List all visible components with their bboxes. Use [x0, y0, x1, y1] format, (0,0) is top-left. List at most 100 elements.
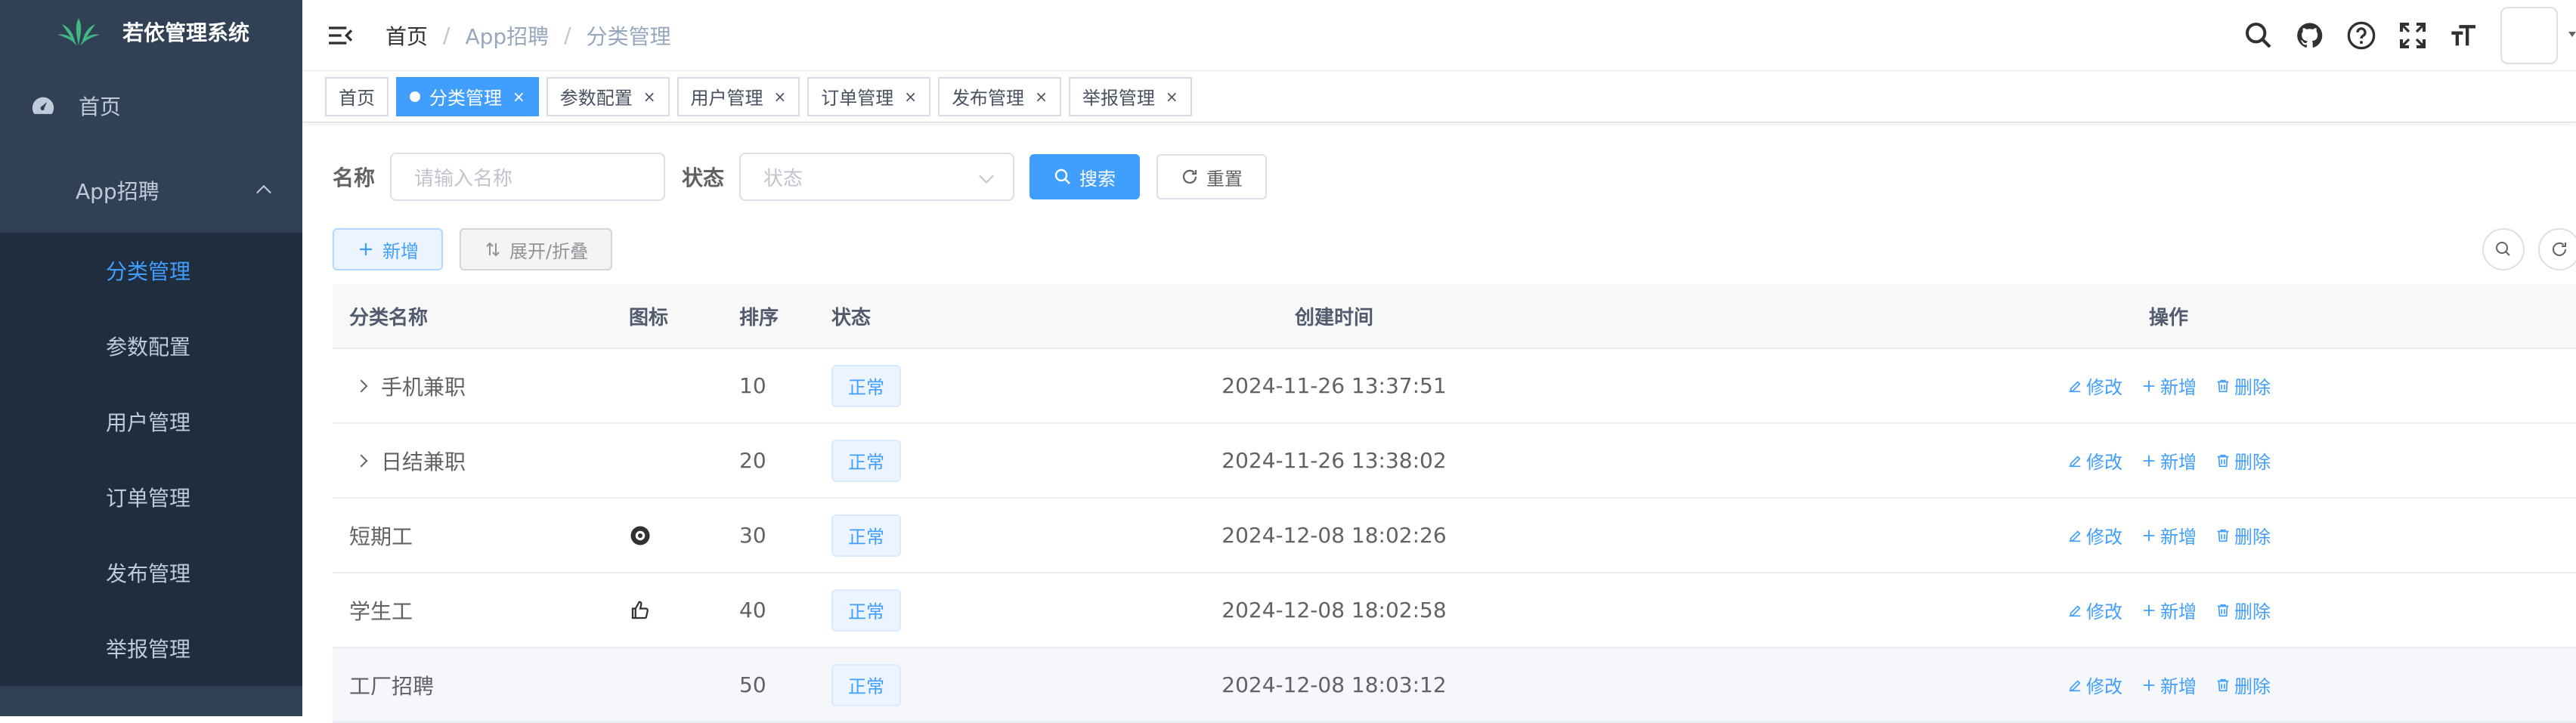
search-icon[interactable]: [2243, 20, 2274, 51]
status-badge: 正常: [831, 364, 901, 407]
add-child-button[interactable]: 新增: [2141, 522, 2197, 548]
delete-button[interactable]: 删除: [2215, 447, 2271, 474]
edit-button[interactable]: 修改: [2067, 597, 2122, 623]
close-icon[interactable]: ×: [643, 88, 656, 106]
tag-label: 用户管理: [690, 88, 763, 109]
sort-icon: [486, 242, 500, 257]
sidebar-item-params[interactable]: 参数配置: [0, 308, 302, 384]
sidebar-item-category[interactable]: 分类管理: [0, 233, 302, 308]
category-table: 分类名称 图标 排序 状态 创建时间 操作 手机兼职 10 正常 2024-11…: [333, 284, 2576, 723]
header-time: 创建时间: [1294, 306, 1373, 329]
sidebar-item-orders[interactable]: 订单管理: [0, 459, 302, 535]
avatar[interactable]: [2500, 7, 2558, 64]
trash-icon: [2217, 454, 2229, 467]
add-button[interactable]: 新增: [333, 228, 443, 270]
table-row[interactable]: 日结兼职 20 正常 2024-11-26 13:38:02 修改 新增 删除: [333, 424, 2576, 499]
name-input[interactable]: 请输入名称: [390, 153, 666, 201]
table-row[interactable]: 手机兼职 10 正常 2024-11-26 13:37:51 修改 新增 删除: [333, 349, 2576, 424]
row-time: 2024-12-08 18:02:58: [1221, 598, 1447, 623]
table-header: 分类名称 图标 排序 状态 创建时间 操作: [333, 284, 2576, 349]
tag-category[interactable]: 分类管理 ×: [396, 76, 539, 116]
table-row[interactable]: 短期工 30 正常 2024-12-08 18:02:26 修改 新增 删除: [333, 499, 2576, 573]
tag-publish[interactable]: 发布管理 ×: [938, 76, 1061, 116]
close-icon[interactable]: ×: [774, 88, 787, 106]
edit-icon: [2069, 380, 2081, 392]
row-name: 学生工: [349, 598, 413, 624]
tag-label: 参数配置: [559, 88, 633, 109]
edit-label: 修改: [2086, 377, 2122, 398]
status-select[interactable]: 状态: [739, 153, 1015, 201]
add-child-button[interactable]: 新增: [2141, 447, 2197, 474]
edit-label: 修改: [2086, 527, 2122, 548]
edit-button[interactable]: 修改: [2067, 522, 2122, 548]
caret-down-icon[interactable]: [2568, 32, 2576, 39]
header-status: 状态: [831, 306, 872, 329]
expand-collapse-button[interactable]: 展开/折叠: [460, 228, 613, 270]
refresh-table-button[interactable]: [2538, 228, 2576, 270]
add-child-button[interactable]: 新增: [2141, 372, 2197, 399]
delete-button[interactable]: 删除: [2215, 372, 2271, 399]
row-ops: 修改 新增 删除: [1761, 372, 2576, 399]
sidebar-submenu: 分类管理 参数配置 用户管理 订单管理 发布管理 举报管理: [0, 233, 302, 686]
close-icon[interactable]: ×: [512, 88, 525, 106]
plus-icon: [2143, 530, 2155, 541]
edit-icon: [2069, 679, 2081, 691]
font-size-icon[interactable]: [2449, 20, 2479, 51]
add-child-button[interactable]: 新增: [2141, 672, 2197, 698]
search-button[interactable]: 搜索: [1029, 154, 1141, 199]
close-icon[interactable]: ×: [904, 88, 917, 106]
sidebar-item-users[interactable]: 用户管理: [0, 384, 302, 459]
sidebar-group-app-recruit[interactable]: App招聘: [0, 148, 302, 233]
edit-label: 修改: [2086, 452, 2122, 473]
sidebar-item-home[interactable]: 首页: [0, 63, 302, 148]
plus-icon: [2143, 679, 2155, 691]
delete-button[interactable]: 删除: [2215, 597, 2271, 623]
search-button-label: 搜索: [1079, 168, 1116, 190]
tag-reports[interactable]: 举报管理 ×: [1068, 76, 1192, 116]
delete-label: 删除: [2234, 676, 2271, 697]
hamburger-icon[interactable]: [325, 20, 355, 51]
tag-users[interactable]: 用户管理 ×: [677, 76, 800, 116]
edit-icon: [2069, 455, 2081, 467]
chevron-right-icon[interactable]: [355, 379, 368, 392]
add-label: 新增: [2160, 676, 2197, 697]
tags-view: 首页 分类管理 × 参数配置 × 用户管理 × 订单管理 × 发布管理 × 举报管理 ×: [302, 71, 2576, 122]
tag-home[interactable]: 首页: [325, 76, 389, 116]
question-icon[interactable]: [2346, 20, 2376, 51]
sidebar-item-publish[interactable]: 发布管理: [0, 535, 302, 610]
edit-icon: [2069, 530, 2081, 542]
chevron-down-icon: [979, 168, 994, 184]
github-icon[interactable]: [2295, 20, 2325, 51]
add-label: 新增: [2160, 377, 2197, 398]
table-row[interactable]: 学生工 40 正常 2024-12-08 18:02:58 修改 新增 删除: [333, 573, 2576, 648]
logo[interactable]: 若依管理系统: [0, 0, 302, 63]
edit-label: 修改: [2086, 601, 2122, 623]
tag-params[interactable]: 参数配置 ×: [546, 76, 670, 116]
edit-button[interactable]: 修改: [2067, 672, 2122, 698]
edit-button[interactable]: 修改: [2067, 372, 2122, 399]
fullscreen-icon[interactable]: [2398, 20, 2428, 51]
add-child-button[interactable]: 新增: [2141, 597, 2197, 623]
close-icon[interactable]: ×: [1035, 88, 1048, 106]
row-sort: 20: [739, 448, 766, 473]
chevron-up-icon: [256, 184, 271, 200]
breadcrumb-home[interactable]: 首页: [385, 20, 428, 51]
delete-button[interactable]: 删除: [2215, 522, 2271, 548]
delete-button[interactable]: 删除: [2215, 672, 2271, 698]
reset-button[interactable]: 重置: [1156, 154, 1268, 199]
header-icon: 图标: [629, 306, 669, 329]
chevron-right-icon[interactable]: [355, 454, 368, 467]
add-button-label: 新增: [382, 240, 419, 262]
close-icon[interactable]: ×: [1166, 88, 1178, 106]
edit-button[interactable]: 修改: [2067, 447, 2122, 474]
table-row[interactable]: 工厂招聘 50 正常 2024-12-08 18:03:12 修改 新增 删除: [333, 648, 2576, 723]
sidebar-item-label: 分类管理: [106, 259, 191, 284]
tag-label: 分类管理: [429, 88, 502, 109]
tag-orders[interactable]: 订单管理 ×: [807, 76, 931, 116]
search-icon: [1054, 168, 1070, 184]
status-badge: 正常: [831, 514, 901, 557]
add-label: 新增: [2160, 452, 2197, 473]
badge-icon: [630, 526, 650, 545]
sidebar-item-reports[interactable]: 举报管理: [0, 610, 302, 686]
toggle-search-button[interactable]: [2482, 228, 2525, 270]
